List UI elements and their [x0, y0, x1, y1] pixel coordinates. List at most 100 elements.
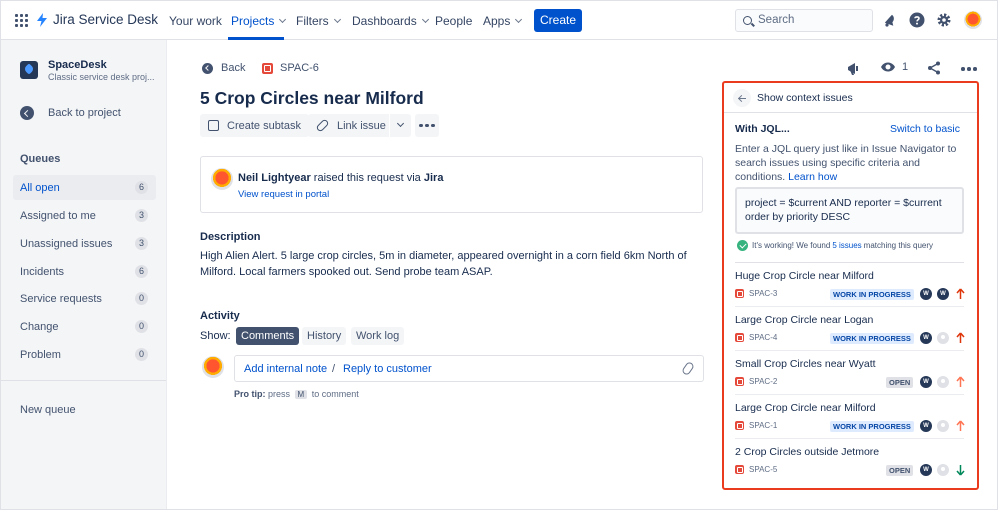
queue-label: Incidents [20, 265, 65, 278]
nav-projects[interactable]: Projects [231, 14, 287, 28]
product-logo[interactable]: Jira Service Desk [36, 12, 158, 27]
arrow-left-icon [202, 62, 213, 74]
watch-count: 1 [902, 61, 909, 73]
nav-people[interactable]: People [435, 14, 472, 28]
assignee-avatar: W [920, 376, 932, 388]
incident-type-icon [735, 289, 744, 298]
check-circle-icon [737, 240, 748, 251]
assignee-avatar: W [920, 288, 932, 300]
context-issue-item[interactable]: Small Crop Circles near Wyatt SPAC-2 OPE… [735, 351, 965, 395]
query-status: It's working! We found 5 issues matching… [737, 240, 933, 251]
query-result-count-link[interactable]: 5 issues [832, 241, 861, 250]
queue-count: 3 [135, 209, 148, 222]
settings-gear-icon[interactable] [936, 12, 952, 28]
share-icon[interactable] [927, 61, 941, 75]
more-actions-button[interactable] [415, 114, 439, 137]
keyboard-shortcut-key: M [294, 390, 308, 399]
rocket-icon [20, 61, 38, 79]
view-in-portal-link[interactable]: View request in portal [238, 189, 329, 200]
new-queue-link[interactable]: New queue [20, 404, 76, 416]
context-issue-title[interactable]: Huge Crop Circle near Milford [735, 270, 874, 282]
app-frame: Jira Service Desk Your work Projects Fil… [0, 0, 998, 510]
arrow-left-icon[interactable] [733, 89, 751, 107]
reporter-name[interactable]: Neil Lightyear [238, 172, 311, 184]
request-summary: Neil Lightyear raised this request via J… [238, 172, 443, 184]
show-label: Show: [200, 330, 231, 342]
create-subtask-button[interactable]: Create subtask [200, 114, 309, 137]
comment-box[interactable]: Add internal note / Reply to customer [234, 355, 704, 382]
queue-item-service-requests[interactable]: Service requests 0 [13, 286, 156, 311]
status-badge: WORK IN PROGRESS [830, 289, 914, 300]
tab-work-log[interactable]: Work log [351, 327, 405, 345]
project-name[interactable]: SpaceDesk [48, 59, 107, 71]
app-switcher-icon[interactable] [15, 14, 28, 27]
context-issues-panel: Show context issues With JQL... Switch t… [722, 81, 979, 490]
queue-item-problem[interactable]: Problem 0 [13, 342, 156, 367]
queue-item-assigned-to-me[interactable]: Assigned to me 3 [13, 203, 156, 228]
request-info-panel: Neil Lightyear raised this request via J… [200, 156, 703, 213]
incident-type-icon [735, 421, 744, 430]
link-issue-label: Link issue [337, 119, 386, 132]
context-issue-title[interactable]: Small Crop Circles near Wyatt [735, 358, 876, 370]
queue-count: 6 [135, 265, 148, 278]
link-issue-dropdown[interactable] [389, 114, 411, 137]
issue-key-breadcrumb[interactable]: SPAC-6 [262, 62, 319, 74]
nav-dashboards[interactable]: Dashboards [352, 14, 429, 28]
chevron-down-icon [279, 15, 287, 24]
user-avatar[interactable] [964, 11, 982, 29]
status-badge: WORK IN PROGRESS [830, 421, 914, 432]
create-button[interactable]: Create [534, 9, 582, 32]
queue-item-change[interactable]: Change 0 [13, 314, 156, 339]
context-issue-title[interactable]: 2 Crop Circles outside Jetmore [735, 446, 879, 458]
back-button[interactable]: Back [202, 62, 245, 74]
context-issue-item[interactable]: Large Crop Circle near Logan SPAC-4 WORK… [735, 307, 965, 351]
more-icon [961, 67, 977, 71]
nav-your-work[interactable]: Your work [169, 14, 222, 28]
project-type: Classic service desk proj... [48, 72, 155, 82]
incident-type-icon [735, 377, 744, 386]
description-heading: Description [200, 231, 261, 243]
attachment-icon[interactable] [680, 360, 696, 377]
tab-history[interactable]: History [302, 327, 347, 345]
context-issue-item[interactable]: Large Crop Circle near Milford SPAC-1 WO… [735, 395, 965, 439]
back-to-project-link[interactable]: Back to project [20, 106, 121, 120]
search-input[interactable]: Search [735, 9, 873, 32]
watch-button[interactable]: 1 [880, 61, 908, 73]
switch-to-basic-link[interactable]: Switch to basic [890, 123, 960, 135]
tab-comments[interactable]: Comments [236, 327, 300, 345]
nav-apps[interactable]: Apps [483, 14, 523, 28]
jql-heading: With JQL... [735, 123, 790, 135]
queue-item-unassigned[interactable]: Unassigned issues 3 [13, 231, 156, 256]
create-subtask-label: Create subtask [227, 119, 301, 132]
queue-item-all-open[interactable]: All open 6 [13, 175, 156, 200]
context-issue-title[interactable]: Large Crop Circle near Milford [735, 402, 876, 414]
reporter-avatar [211, 168, 233, 190]
more-menu-button[interactable] [961, 67, 977, 71]
unassigned-avatar-icon [937, 376, 949, 388]
chevron-down-icon [515, 15, 523, 24]
comment-separator: / [332, 363, 336, 375]
queue-label: All open [20, 181, 60, 194]
learn-how-link[interactable]: Learn how [788, 171, 837, 183]
queue-label: Change [20, 320, 59, 333]
add-internal-note-button[interactable]: Add internal note [244, 363, 327, 375]
reply-to-customer-button[interactable]: Reply to customer [343, 363, 432, 375]
feedback-megaphone-icon[interactable] [846, 61, 862, 77]
context-issue-key: SPAC-3 [735, 289, 777, 298]
queue-count: 0 [135, 348, 148, 361]
context-issue-key-text: SPAC-3 [749, 289, 778, 298]
context-issue-title[interactable]: Large Crop Circle near Logan [735, 314, 873, 326]
context-issue-item[interactable]: 2 Crop Circles outside Jetmore SPAC-5 OP… [735, 439, 965, 483]
jql-query-input[interactable]: project = $current AND reporter = $curre… [735, 187, 964, 234]
help-icon[interactable] [909, 12, 925, 28]
assignee-avatar: W [920, 420, 932, 432]
link-issue-button[interactable]: Link issue [308, 114, 394, 137]
chevron-down-icon [333, 15, 341, 24]
nav-filters[interactable]: Filters [296, 14, 341, 28]
context-issue-item[interactable]: Huge Crop Circle near Milford SPAC-3 WOR… [735, 263, 965, 307]
issue-title[interactable]: 5 Crop Circles near Milford [200, 88, 424, 109]
description-text[interactable]: High Alien Alert. 5 large crop circles, … [200, 248, 720, 280]
notifications-icon[interactable] [881, 12, 897, 28]
request-via-text: raised this request via [310, 172, 424, 184]
queue-item-incidents[interactable]: Incidents 6 [13, 259, 156, 284]
